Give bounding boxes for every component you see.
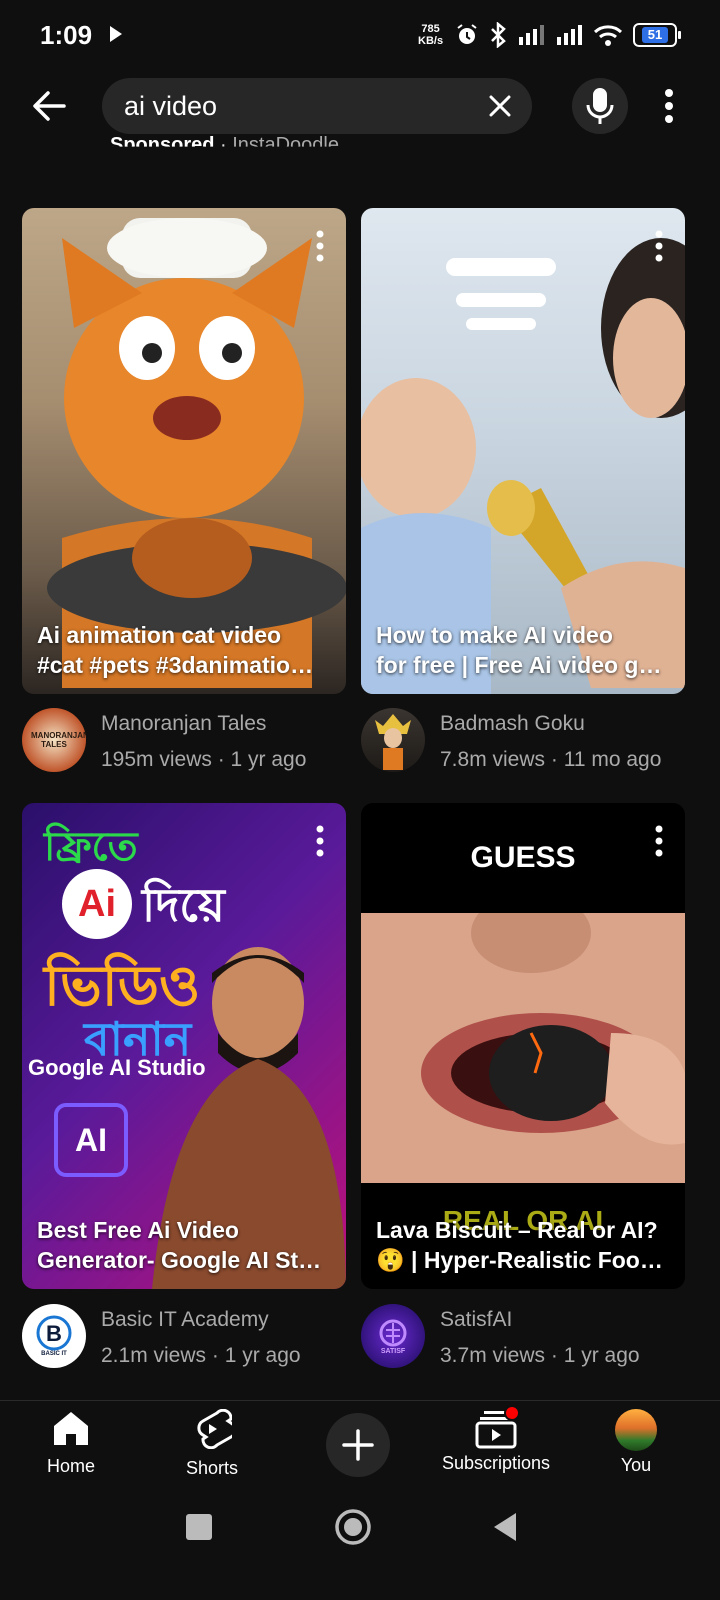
thumb-ai-badge: AI	[54, 1103, 128, 1177]
home-circle-button[interactable]	[334, 1508, 372, 1546]
nav-you-label: You	[620, 1455, 652, 1475]
channel-name[interactable]: SatisfAI	[440, 1308, 512, 1332]
channel-name[interactable]: Basic IT Academy	[101, 1308, 269, 1332]
status-icons: 51	[455, 20, 681, 50]
battery-level: 51	[641, 27, 669, 43]
recent-apps-button[interactable]	[186, 1514, 212, 1540]
status-time: 1:09	[40, 20, 93, 50]
video-thumbnail[interactable]: How to make AI video for free | Free Ai …	[361, 208, 685, 694]
profile-avatar	[615, 1409, 657, 1451]
channel-avatar[interactable]: SATISF	[361, 1304, 425, 1368]
home-icon	[54, 1412, 88, 1445]
more-options-icon[interactable]	[664, 88, 674, 124]
system-navigation-bar	[0, 1500, 720, 1600]
wifi-icon	[593, 25, 623, 46]
goku-avatar-illustration	[375, 714, 411, 770]
nav-subscriptions-label: Subscriptions	[441, 1453, 551, 1473]
bluetooth-icon	[491, 22, 506, 48]
sponsored-separator: ·	[220, 134, 227, 156]
nav-shorts[interactable]: Shorts	[176, 1408, 248, 1479]
nav-you[interactable]: You	[606, 1409, 666, 1476]
video-menu-icon[interactable]	[316, 825, 324, 857]
nav-home-label: Home	[46, 1456, 95, 1476]
media-playing-icon	[110, 26, 122, 42]
signal-icon-2	[557, 25, 582, 45]
svg-text:B: B	[46, 1321, 62, 1346]
video-title: Best Free Ai Video Generator- Google AI …	[37, 1217, 322, 1273]
video-meta: 7.8m views · 11 mo ago	[440, 748, 662, 771]
channel-name[interactable]: Manoranjan Tales	[101, 712, 266, 736]
mouth-illustration	[361, 913, 685, 1183]
avatar-logo-text: BASIC IT	[41, 1351, 67, 1357]
thumb-ai-circle: Ai	[62, 869, 132, 939]
notification-dot	[504, 1405, 520, 1421]
shorts-icon	[197, 1408, 237, 1450]
network-speed: 785 KB/s	[418, 23, 443, 47]
video-thumbnail[interactable]: GUESS REAL OR AI Lava Biscuit – Real or …	[361, 803, 685, 1289]
video-menu-icon[interactable]	[316, 230, 324, 262]
battery-icon: 51	[633, 23, 681, 47]
video-meta: 3.7m views · 1 yr ago	[440, 1344, 640, 1367]
network-speed-value: 785	[421, 23, 440, 35]
network-speed-unit: KB/s	[418, 35, 444, 47]
search-input[interactable]: ai video	[124, 91, 217, 122]
create-button[interactable]	[326, 1413, 390, 1477]
video-menu-icon[interactable]	[655, 230, 663, 262]
video-thumbnail[interactable]: ফ্রিতে Ai দিয়ে ভিডিও বানান Google AI St…	[22, 803, 346, 1289]
nav-shorts-label: Shorts	[185, 1458, 239, 1478]
thumb-bengali-line2: দিয়ে	[142, 879, 225, 931]
voice-search-button[interactable]	[572, 78, 628, 134]
video-title: Lava Biscuit – Real or AI? 😲 | Hyper-Rea…	[376, 1217, 663, 1273]
video-title: Ai animation cat video #cat #pets #3dani…	[37, 622, 314, 678]
avatar-logo-text: SATISF	[380, 1347, 406, 1355]
basic-it-logo-icon: B	[36, 1315, 72, 1351]
sponsored-label: Sponsored	[110, 134, 215, 156]
search-bar[interactable]: ai video	[102, 78, 532, 134]
thumb-ai-circle-text: Ai	[78, 882, 116, 925]
thumb-ai-badge-text: AI	[75, 1121, 107, 1158]
video-title: How to make AI video for free | Free Ai …	[376, 622, 662, 678]
microphone-icon	[586, 88, 614, 124]
video-meta: 195m views · 1 yr ago	[101, 748, 307, 771]
back-arrow-icon[interactable]	[28, 84, 72, 128]
back-triangle-button[interactable]	[490, 1510, 520, 1544]
channel-name[interactable]: Badmash Goku	[440, 712, 585, 736]
channel-avatar[interactable]	[361, 708, 425, 772]
plus-icon	[342, 1429, 374, 1461]
nav-subscriptions[interactable]: Subscriptions	[436, 1405, 556, 1474]
signal-icon	[519, 25, 544, 45]
avatar-logo-text: MANORANJAN TALES	[31, 731, 86, 749]
video-menu-icon[interactable]	[655, 825, 663, 857]
video-meta: 2.1m views · 1 yr ago	[101, 1344, 301, 1367]
nav-home[interactable]: Home	[36, 1409, 106, 1477]
sponsored-line[interactable]: Sponsored · InstaDoodle	[110, 134, 339, 156]
channel-avatar[interactable]: B BASIC IT	[22, 1304, 86, 1368]
brain-icon	[379, 1319, 407, 1346]
clear-search-icon[interactable]	[486, 92, 514, 120]
video-thumbnail[interactable]: Ai animation cat video #cat #pets #3dani…	[22, 208, 346, 694]
status-bar: 1:09 785 KB/s 51	[0, 0, 720, 72]
alarm-icon	[457, 24, 477, 44]
bottom-navigation: Home Shorts Subscriptions You	[0, 1400, 720, 1501]
thumb-guess-text: GUESS	[470, 841, 576, 874]
advertiser-name: InstaDoodle	[232, 134, 339, 156]
channel-avatar[interactable]: MANORANJAN TALES	[22, 708, 86, 772]
